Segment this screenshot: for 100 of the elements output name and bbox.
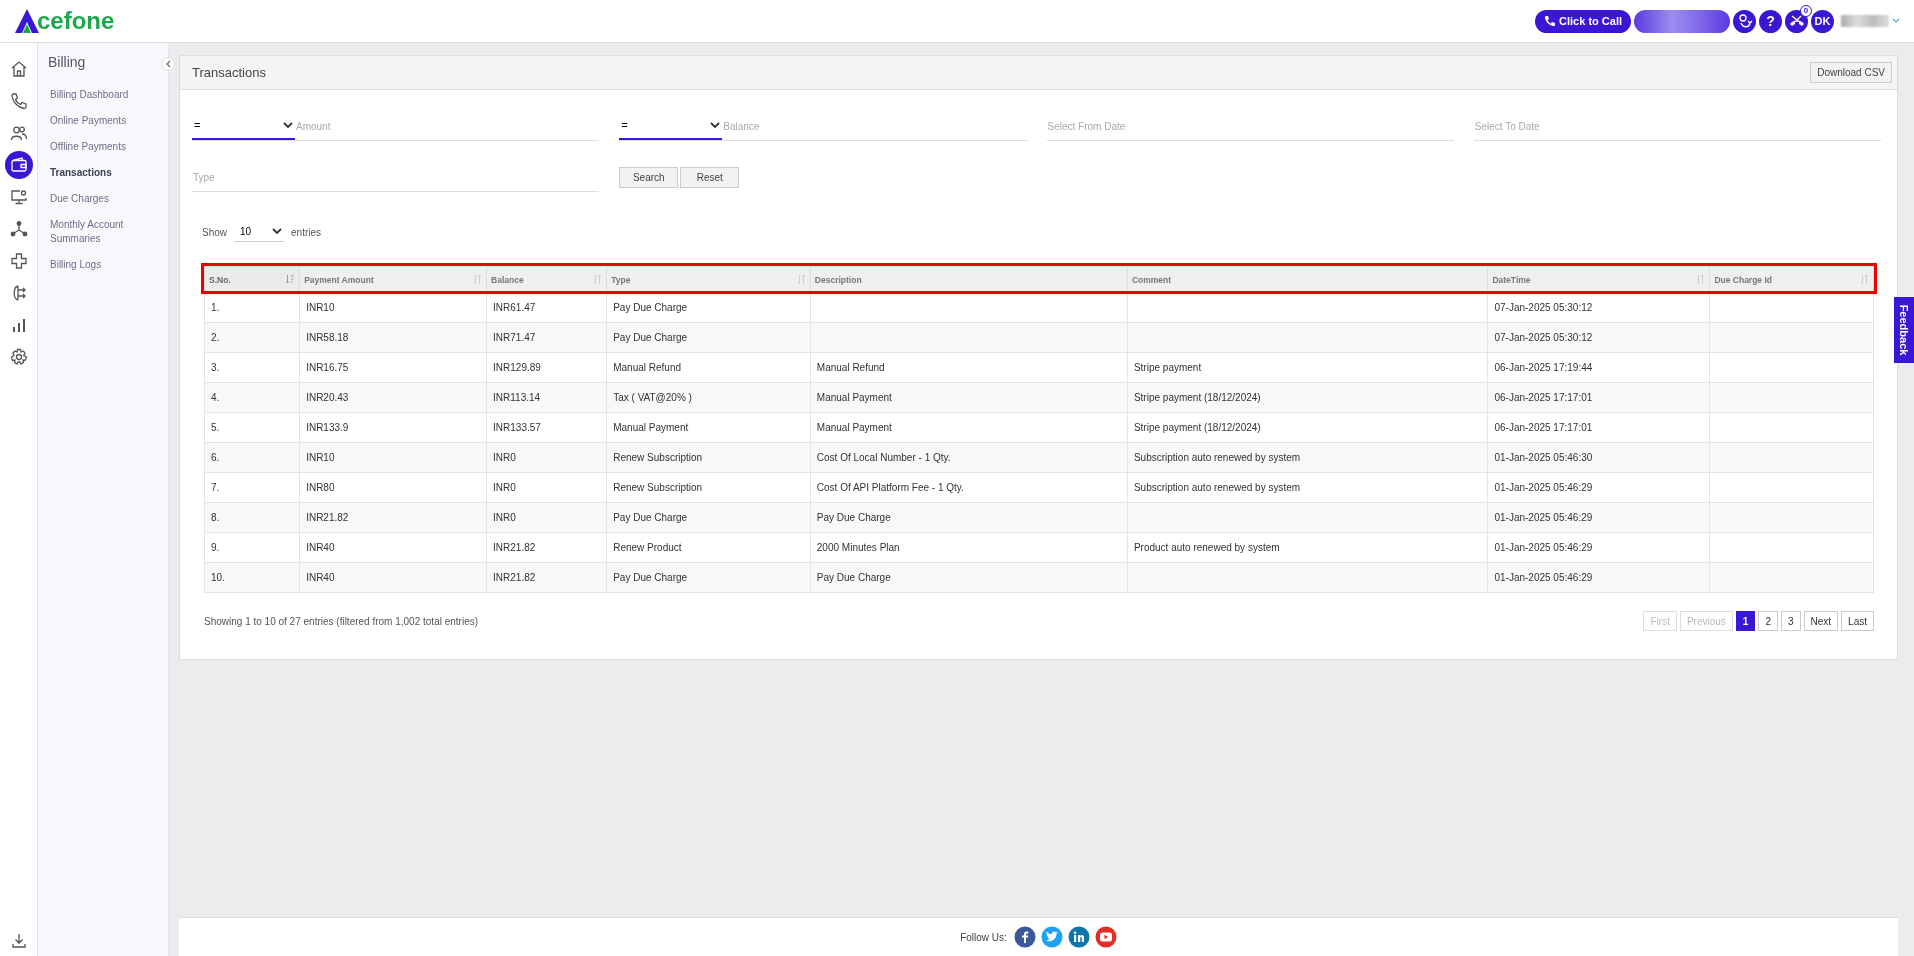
notification-badge: 0 bbox=[1800, 4, 1812, 17]
users-icon bbox=[9, 124, 28, 142]
table-cell: 06-Jan-2025 17:17:01 bbox=[1494, 392, 1593, 403]
collapse-button[interactable] bbox=[161, 57, 175, 71]
table-cell: INR0 bbox=[493, 452, 516, 463]
sidebar-title: Billing bbox=[48, 54, 87, 70]
table-cell: 07-Jan-2025 05:30:12 bbox=[1494, 302, 1593, 313]
table-cell: INR0 bbox=[493, 512, 516, 523]
table-cell: INR58.18 bbox=[306, 332, 349, 343]
table-cell: INR80 bbox=[306, 482, 335, 493]
table-cell: 3. bbox=[211, 362, 220, 373]
social-media-icon[interactable] bbox=[1013, 926, 1036, 948]
sidebar-item[interactable]: Billing Logs bbox=[48, 252, 150, 278]
sidebar-item[interactable]: Online Payments bbox=[48, 108, 150, 134]
column-header[interactable]: Due Charge Id bbox=[1709, 266, 1874, 293]
monitor-icon bbox=[9, 188, 28, 206]
entries-select[interactable]: 10 bbox=[234, 222, 284, 242]
chevron-down-icon bbox=[283, 121, 293, 129]
search-button[interactable]: Search bbox=[619, 167, 679, 188]
sort-icon bbox=[593, 275, 603, 284]
show-label: Show bbox=[202, 226, 227, 238]
home-icon bbox=[9, 60, 28, 78]
settings-icon bbox=[9, 348, 28, 366]
social-media-icon[interactable] bbox=[1067, 926, 1090, 948]
table-cell: INR16.75 bbox=[306, 362, 349, 373]
chevron-down-icon bbox=[710, 121, 721, 129]
wallet-icon bbox=[9, 156, 28, 174]
balance-field[interactable]: Balance bbox=[722, 112, 1027, 140]
table-cell: Pay Due Charge bbox=[816, 572, 891, 583]
pagination-button[interactable]: Next bbox=[1803, 611, 1839, 631]
table-cell: 01-Jan-2025 05:46:29 bbox=[1494, 542, 1593, 553]
to-date-field[interactable]: Select To Date bbox=[1473, 112, 1881, 141]
sidebar-item[interactable]: Transactions bbox=[48, 160, 150, 186]
from-date-field[interactable]: Select From Date bbox=[1046, 112, 1454, 141]
chevron-left-icon bbox=[165, 60, 171, 68]
table-cell: INR61.47 bbox=[493, 302, 536, 313]
column-header[interactable]: Description bbox=[810, 266, 1128, 293]
table-cell: Manual Payment bbox=[613, 422, 689, 433]
operator-select[interactable]: = bbox=[619, 112, 723, 140]
sort-icon bbox=[473, 275, 483, 284]
wallet-nav-button[interactable] bbox=[4, 151, 33, 179]
column-header[interactable]: S.No. bbox=[204, 266, 300, 293]
table-cell: INR21.82 bbox=[493, 542, 536, 553]
reset-button[interactable]: Reset bbox=[680, 167, 740, 188]
pagination-button[interactable]: 3 bbox=[1780, 611, 1801, 631]
feedback-tab[interactable]: Feedback bbox=[1894, 297, 1914, 363]
table-cell: Manual Refund bbox=[816, 362, 885, 373]
amount-field[interactable]: Amount bbox=[295, 112, 600, 140]
follow-label: Follow Us: bbox=[960, 931, 1007, 943]
table-cell: INR21.82 bbox=[306, 512, 349, 523]
page-title: Transactions bbox=[192, 65, 266, 80]
column-header[interactable]: Payment Amount bbox=[299, 266, 487, 293]
chevron-down-icon[interactable] bbox=[1892, 18, 1900, 24]
sidebar-item[interactable]: Offline Payments bbox=[48, 134, 150, 160]
transfer-button[interactable] bbox=[1733, 9, 1756, 33]
entries-label: entries bbox=[291, 226, 322, 238]
table-cell: 06-Jan-2025 17:19:44 bbox=[1494, 362, 1593, 373]
table-cell: INR10 bbox=[306, 452, 335, 463]
table-cell: Subscription auto renewed by system bbox=[1133, 482, 1301, 493]
column-header[interactable]: Balance bbox=[486, 266, 607, 293]
logo-icon bbox=[14, 8, 40, 34]
table-cell: INR0 bbox=[493, 482, 516, 493]
table-cell: 06-Jan-2025 17:17:01 bbox=[1494, 422, 1593, 433]
table-cell: 10. bbox=[211, 572, 225, 583]
chevron-down-icon bbox=[272, 228, 282, 235]
table-cell: INR133.57 bbox=[493, 422, 541, 433]
social-media-icon[interactable] bbox=[1094, 926, 1117, 948]
sidebar-item[interactable]: Due Charges bbox=[48, 186, 150, 212]
column-header[interactable]: Comment bbox=[1127, 266, 1488, 293]
table-cell: 9. bbox=[211, 542, 220, 553]
table-cell: Manual Refund bbox=[613, 362, 682, 373]
redacted-name bbox=[1841, 15, 1889, 27]
social-media-icon[interactable] bbox=[1040, 926, 1063, 948]
table-cell: Manual Payment bbox=[816, 422, 892, 433]
table-cell: 01-Jan-2025 05:46:30 bbox=[1494, 452, 1593, 463]
download-csv-button[interactable]: Download CSV bbox=[1810, 62, 1892, 83]
pagination-button[interactable]: 2 bbox=[1758, 611, 1778, 631]
table-cell: Subscription auto renewed by system bbox=[1133, 452, 1301, 463]
click-to-call-button[interactable]: Click to Call bbox=[1535, 9, 1631, 33]
help-button[interactable]: ? bbox=[1759, 9, 1782, 33]
table-cell: Renew Product bbox=[613, 542, 682, 553]
download-icon[interactable] bbox=[10, 932, 27, 948]
column-header[interactable]: DateTime bbox=[1487, 266, 1710, 293]
table-cell: 4. bbox=[211, 392, 220, 403]
pagination-button[interactable]: Last bbox=[1841, 611, 1874, 631]
user-avatar[interactable]: DK bbox=[1811, 9, 1834, 33]
table-cell: 1. bbox=[211, 302, 220, 313]
logo-text: cefone bbox=[37, 8, 115, 34]
sidebar-item[interactable]: Monthly Account Summaries bbox=[48, 212, 150, 252]
table-cell: Pay Due Charge bbox=[613, 302, 688, 313]
sidebar-item[interactable]: Billing Dashboard bbox=[48, 82, 150, 108]
operator-select[interactable]: = bbox=[192, 112, 295, 140]
table-cell: INR21.82 bbox=[493, 572, 536, 583]
column-header[interactable]: Type bbox=[606, 266, 811, 293]
pagination-button[interactable]: 1 bbox=[1735, 611, 1756, 631]
sort-ascending-icon bbox=[285, 275, 296, 284]
table-cell: Pay Due Charge bbox=[613, 332, 688, 343]
table-cell: Stripe payment (18/12/2024) bbox=[1133, 422, 1261, 433]
table-cell: Stripe payment bbox=[1133, 362, 1202, 373]
type-field[interactable]: Type bbox=[192, 163, 600, 192]
